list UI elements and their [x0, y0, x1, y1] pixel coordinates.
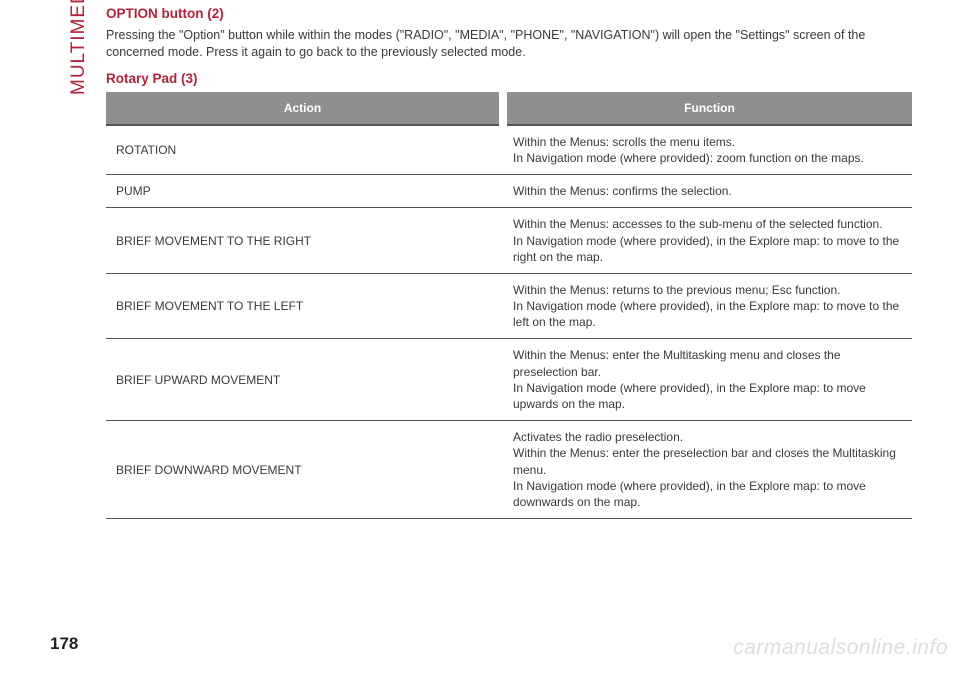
table-cell-action: BRIEF MOVEMENT TO THE LEFT	[106, 273, 503, 339]
table-row: BRIEF UPWARD MOVEMENT Within the Menus: …	[106, 339, 912, 421]
page-content: OPTION button (2) Pressing the "Option" …	[106, 6, 912, 519]
table-cell-action: ROTATION	[106, 125, 503, 175]
table-cell-action: BRIEF MOVEMENT TO THE RIGHT	[106, 208, 503, 274]
table-cell-function: Within the Menus: returns to the previou…	[503, 273, 912, 339]
table-cell-function: Within the Menus: enter the Multitasking…	[503, 339, 912, 421]
table-header-function: Function	[503, 92, 912, 125]
table-row: ROTATION Within the Menus: scrolls the m…	[106, 125, 912, 175]
table-row: BRIEF MOVEMENT TO THE RIGHT Within the M…	[106, 208, 912, 274]
watermark: carmanualsonline.info	[733, 636, 948, 660]
section-side-label: MULTIMEDIA	[68, 0, 90, 95]
page-number: 178	[50, 634, 78, 654]
heading-rotary-pad: Rotary Pad (3)	[106, 71, 912, 86]
heading-option-button: OPTION button (2)	[106, 6, 912, 21]
table-row: BRIEF DOWNWARD MOVEMENT Activates the ra…	[106, 421, 912, 519]
table-cell-function: Within the Menus: scrolls the menu items…	[503, 125, 912, 175]
table-cell-action: BRIEF UPWARD MOVEMENT	[106, 339, 503, 421]
table-cell-function: Within the Menus: confirms the selection…	[503, 175, 912, 208]
table-row: BRIEF MOVEMENT TO THE LEFT Within the Me…	[106, 273, 912, 339]
table-cell-function: Within the Menus: accesses to the sub-me…	[503, 208, 912, 274]
table-header-row: Action Function	[106, 92, 912, 125]
rotary-pad-table: Action Function ROTATION Within the Menu…	[106, 92, 912, 519]
table-header-action: Action	[106, 92, 503, 125]
table-cell-function: Activates the radio preselection.Within …	[503, 421, 912, 519]
table-row: PUMP Within the Menus: confirms the sele…	[106, 175, 912, 208]
table-cell-action: PUMP	[106, 175, 503, 208]
body-option-button: Pressing the "Option" button while withi…	[106, 27, 912, 61]
table-cell-action: BRIEF DOWNWARD MOVEMENT	[106, 421, 503, 519]
